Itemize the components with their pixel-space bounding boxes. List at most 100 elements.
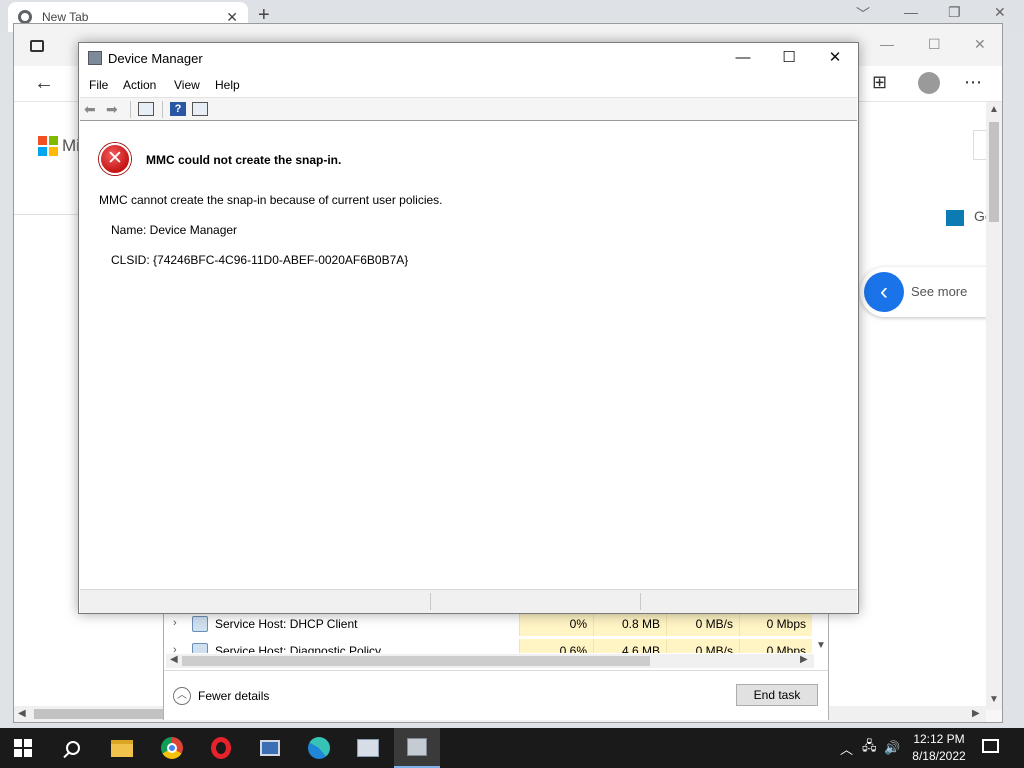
scroll-thumb[interactable] xyxy=(34,709,164,719)
back-arrow-icon[interactable]: ← xyxy=(34,72,54,95)
disk-cell: 0 MB/s xyxy=(666,639,739,653)
menu-view[interactable]: View xyxy=(174,78,200,92)
close-button[interactable]: ✕ xyxy=(812,43,858,73)
error-message: MMC cannot create the snap-in because of… xyxy=(99,193,443,207)
remote-desktop-icon xyxy=(260,740,280,756)
expand-chevron-icon[interactable]: › xyxy=(173,617,177,629)
chrome-tab-search-icon[interactable]: ﹀ xyxy=(856,4,870,24)
chrome-favicon-icon xyxy=(18,10,32,24)
edge-icon xyxy=(308,737,330,759)
scroll-left-icon[interactable]: ◀ xyxy=(18,708,26,719)
microsoft-logo-icon xyxy=(38,136,58,156)
tabs-icon[interactable] xyxy=(30,40,44,52)
search-icon xyxy=(66,741,80,755)
status-separator xyxy=(640,593,641,610)
network-icon[interactable]: 🖧 xyxy=(862,728,877,768)
scroll-down-icon[interactable]: ▼ xyxy=(816,640,826,651)
chevron-left-icon: ‹ xyxy=(864,272,904,312)
forward-arrow-icon[interactable]: ➡ xyxy=(106,102,122,116)
toolbar-separator xyxy=(162,101,163,118)
notification-center-icon[interactable] xyxy=(982,739,999,753)
collections-icon[interactable]: ⊞ xyxy=(872,72,887,93)
edge-close-button[interactable]: ✕ xyxy=(974,36,986,53)
menu-file[interactable]: File xyxy=(89,78,108,92)
table-row[interactable]: › Service Host: Diagnostic Policy ... 0.… xyxy=(164,639,814,653)
image-viewer-taskbar-button[interactable] xyxy=(345,728,391,768)
device-manager-window: Device Manager — ☐ ✕ File Action View He… xyxy=(78,42,859,614)
error-panel: ✕ MMC could not create the snap-in. MMC … xyxy=(80,127,857,589)
scroll-up-icon[interactable]: ▲ xyxy=(989,104,999,115)
process-name: Service Host: DHCP Client xyxy=(215,617,358,631)
snap-in-clsid: CLSID: {74246BFC-4C96-11D0-ABEF-0020AF6B… xyxy=(111,253,409,267)
menu-help[interactable]: Help xyxy=(215,78,240,92)
edge-taskbar-button[interactable] xyxy=(296,728,342,768)
chrome-close-button[interactable]: ✕ xyxy=(994,4,1006,21)
windows-logo-icon xyxy=(14,739,32,757)
system-clock[interactable]: 12:12 PM 8/18/2022 xyxy=(906,731,972,765)
error-heading: MMC could not create the snap-in. xyxy=(146,153,342,167)
chrome-restore-button[interactable]: ❐ xyxy=(948,4,961,21)
see-more-label: See more xyxy=(911,284,968,299)
taskbar: ︿ 🖧 🔊 12:12 PM 8/18/2022 xyxy=(0,728,1024,768)
bing-icon xyxy=(946,210,964,226)
disk-cell: 0 MB/s xyxy=(666,612,739,636)
scroll-right-icon[interactable]: ▶ xyxy=(800,654,808,665)
snap-in-name: Name: Device Manager xyxy=(111,223,238,237)
file-explorer-button[interactable] xyxy=(99,728,145,768)
edge-minimize-button[interactable]: — xyxy=(880,36,894,52)
start-button[interactable] xyxy=(0,728,46,768)
memory-cell: 0.8 MB xyxy=(593,612,666,636)
more-icon[interactable]: ⋯ xyxy=(964,72,982,93)
toolbar-separator xyxy=(130,101,131,118)
mmc-taskbar-button[interactable] xyxy=(394,728,440,768)
mmc-titlebar: Device Manager — ☐ ✕ xyxy=(79,43,858,73)
chevron-up-icon[interactable]: ︿ xyxy=(173,687,191,705)
task-manager-window: › Service Host: DHCP Client 0% 0.8 MB 0 … xyxy=(163,606,829,720)
status-bar xyxy=(80,589,857,613)
process-name: Service Host: Diagnostic Policy ... xyxy=(215,644,395,653)
help-icon[interactable]: ? xyxy=(170,102,186,116)
end-task-button[interactable]: End task xyxy=(736,684,818,706)
status-separator xyxy=(430,593,431,610)
opera-taskbar-button[interactable] xyxy=(198,728,244,768)
task-manager-horizontal-scrollbar[interactable]: ◀ ▶ xyxy=(166,654,814,668)
search-box-edge[interactable] xyxy=(973,130,987,160)
cpu-cell: 0% xyxy=(519,612,593,636)
minimize-button[interactable]: — xyxy=(720,43,766,73)
network-cell: 0 Mbps xyxy=(739,639,812,653)
clock-date: 8/18/2022 xyxy=(912,749,966,763)
show-hide-action-pane-icon[interactable] xyxy=(192,102,208,116)
remote-desktop-taskbar-button[interactable] xyxy=(247,728,293,768)
clock-time: 12:12 PM xyxy=(913,732,965,746)
scroll-left-icon[interactable]: ◀ xyxy=(170,654,178,665)
task-manager-footer: ︿ Fewer details End task xyxy=(164,670,828,720)
volume-icon[interactable]: 🔊 xyxy=(884,728,900,768)
search-button[interactable] xyxy=(50,728,96,768)
service-gear-icon xyxy=(192,616,208,632)
scroll-down-icon[interactable]: ▼ xyxy=(989,694,999,705)
show-hide-console-tree-icon[interactable] xyxy=(138,102,154,116)
maximize-button[interactable]: ☐ xyxy=(766,43,812,73)
chrome-icon xyxy=(161,737,183,759)
mmc-toolbar: ⬅ ➡ ? xyxy=(80,97,857,121)
table-row[interactable]: › Service Host: DHCP Client 0% 0.8 MB 0 … xyxy=(164,612,814,636)
back-arrow-icon[interactable]: ⬅ xyxy=(84,102,100,116)
chrome-taskbar-button[interactable] xyxy=(149,728,195,768)
scroll-thumb[interactable] xyxy=(989,122,999,222)
show-hidden-icons-chevron-icon[interactable]: ︿ xyxy=(840,728,853,768)
see-more-button[interactable]: ‹ See more xyxy=(860,267,988,317)
profile-icon[interactable] xyxy=(918,72,940,94)
service-gear-icon xyxy=(192,643,208,653)
edge-maximize-button[interactable]: ☐ xyxy=(928,36,941,53)
memory-cell: 4.6 MB xyxy=(593,639,666,653)
edge-vertical-scrollbar[interactable]: ▲ ▼ xyxy=(986,102,1002,710)
menu-action[interactable]: Action xyxy=(123,78,156,92)
chrome-minimize-button[interactable]: — xyxy=(904,4,918,20)
expand-chevron-icon[interactable]: › xyxy=(173,644,177,653)
tab-title: New Tab xyxy=(42,10,89,24)
scroll-thumb[interactable] xyxy=(182,656,650,666)
cpu-cell: 0.6% xyxy=(519,639,593,653)
scroll-right-icon[interactable]: ▶ xyxy=(972,708,980,719)
fewer-details-link[interactable]: Fewer details xyxy=(198,689,269,703)
opera-icon xyxy=(211,737,231,759)
